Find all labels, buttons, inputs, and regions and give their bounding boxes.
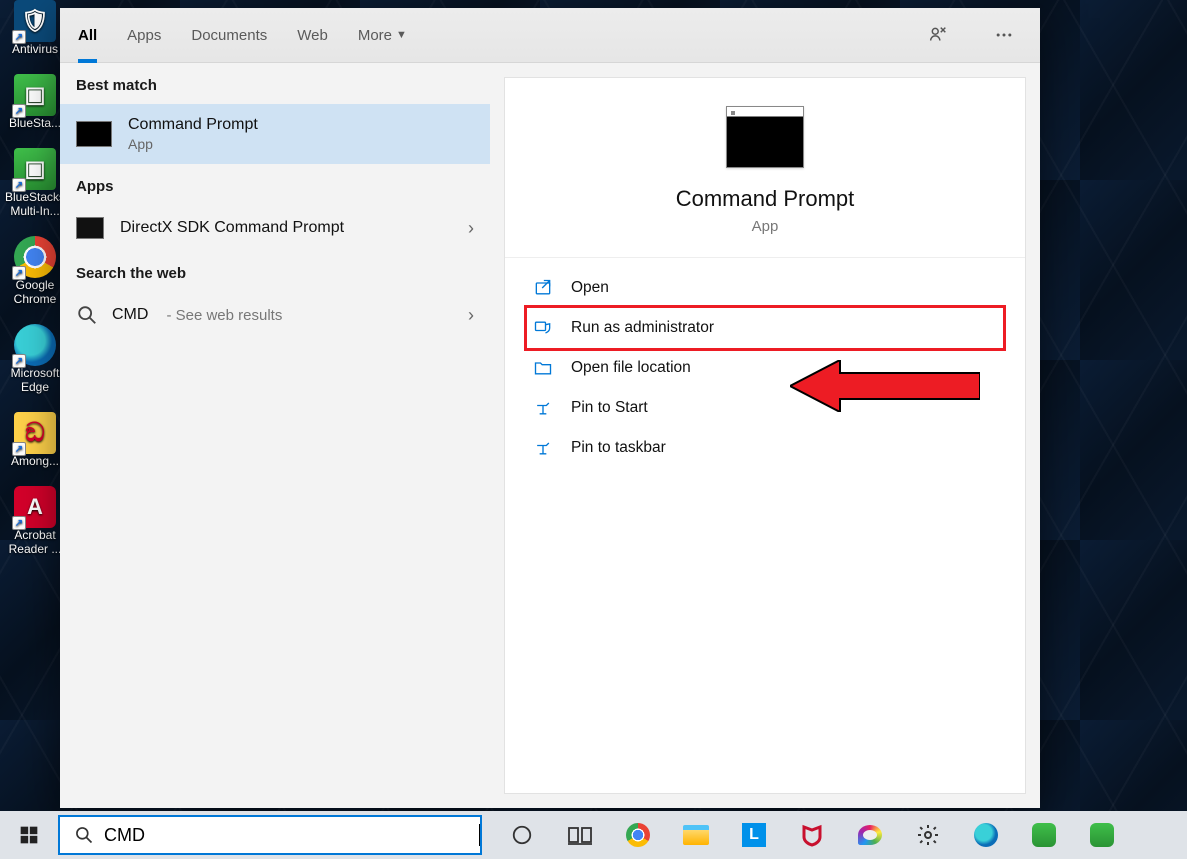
desktop-icon-label: Among... xyxy=(11,454,59,468)
cmd-icon xyxy=(76,121,112,147)
section-header-best-match: Best match xyxy=(60,63,490,104)
tab-apps[interactable]: Apps xyxy=(127,8,161,62)
action-run-as-administrator[interactable]: Run as administrator xyxy=(527,308,1003,348)
tab-web[interactable]: Web xyxy=(297,8,328,62)
search-results-list: Best match Command Prompt App Apps Direc… xyxy=(60,63,490,808)
start-search-panel: All Apps Documents Web More ▼ Best match … xyxy=(60,8,1040,808)
taskbar-task-view-icon[interactable] xyxy=(566,821,594,849)
action-label: Pin to Start xyxy=(571,399,648,417)
tab-label: More xyxy=(358,27,392,44)
tab-label: Web xyxy=(297,27,328,44)
action-label: Run as administrator xyxy=(571,319,714,337)
desktop-icon-amongus[interactable]: ඞ↗ Among... xyxy=(6,412,64,468)
taskbar-chrome-icon[interactable] xyxy=(624,821,652,849)
result-command-prompt[interactable]: Command Prompt App xyxy=(60,104,490,164)
open-icon xyxy=(533,278,553,298)
tab-all[interactable]: All xyxy=(78,8,97,62)
taskbar: L xyxy=(0,811,1187,859)
web-result-title: CMD xyxy=(112,306,148,324)
taskbar-app-l-icon[interactable]: L xyxy=(740,821,768,849)
tab-documents[interactable]: Documents xyxy=(191,8,267,62)
search-icon xyxy=(76,304,98,326)
desktop-icon-chrome[interactable]: ↗ Google Chrome xyxy=(6,236,64,306)
feedback-icon[interactable] xyxy=(920,17,956,53)
shortcut-badge-icon: ↗ xyxy=(12,516,26,530)
taskbar-settings-icon[interactable] xyxy=(914,821,942,849)
shortcut-badge-icon: ↗ xyxy=(12,266,26,280)
more-options-icon[interactable] xyxy=(986,17,1022,53)
search-filter-tabs: All Apps Documents Web More ▼ xyxy=(60,8,1040,63)
folder-location-icon xyxy=(533,358,553,378)
start-button[interactable] xyxy=(0,811,58,859)
desktop-icon-label: Microsoft Edge xyxy=(6,366,64,394)
taskbar-edge-icon[interactable] xyxy=(972,821,1000,849)
desktop-icon-label: BlueStacks Multi-In... xyxy=(5,190,65,218)
action-label: Pin to taskbar xyxy=(571,439,666,457)
windows-logo-icon xyxy=(19,825,39,845)
shortcut-badge-icon: ↗ xyxy=(12,104,26,118)
preview-card: Command Prompt App Open Run as administr… xyxy=(504,77,1026,794)
result-directx-sdk-cmd[interactable]: DirectX SDK Command Prompt › xyxy=(60,205,490,251)
web-result-subtitle: - See web results xyxy=(166,307,282,324)
taskbar-paint-icon[interactable] xyxy=(856,821,884,849)
shortcut-badge-icon: ↗ xyxy=(12,354,26,368)
desktop-icon-edge[interactable]: ↗ Microsoft Edge xyxy=(6,324,64,394)
section-header-apps: Apps xyxy=(60,164,490,205)
taskbar-cortana-icon[interactable] xyxy=(508,821,536,849)
desktop-icons-column: 🛡↗ Antivirus ▣↗ BlueSta... ▣↗ BlueStacks… xyxy=(6,0,64,556)
action-label: Open xyxy=(571,279,609,297)
result-subtitle: App xyxy=(128,136,258,152)
search-icon xyxy=(74,825,94,845)
text-cursor xyxy=(479,824,480,846)
search-input[interactable] xyxy=(104,825,481,846)
result-title: Command Prompt xyxy=(128,116,258,134)
taskbar-explorer-icon[interactable] xyxy=(682,821,710,849)
preview-subtitle: App xyxy=(752,218,779,235)
cmd-icon xyxy=(76,217,104,239)
taskbar-mcafee-icon[interactable] xyxy=(798,821,826,849)
taskbar-bluestacks2-icon[interactable] xyxy=(1088,821,1116,849)
desktop-icon-label: Antivirus xyxy=(12,42,58,56)
action-open[interactable]: Open xyxy=(527,268,1003,308)
desktop-icon-label: Acrobat Reader ... xyxy=(6,528,64,556)
shortcut-badge-icon: ↗ xyxy=(12,178,26,192)
tab-label: All xyxy=(78,27,97,44)
desktop-icon-bluestacks[interactable]: ▣↗ BlueSta... xyxy=(6,74,64,130)
result-title: DirectX SDK Command Prompt xyxy=(120,219,344,237)
tab-label: Documents xyxy=(191,27,267,44)
preview-actions: Open Run as administrator Open file loca… xyxy=(505,258,1025,478)
shield-admin-icon xyxy=(533,318,553,338)
section-header-web: Search the web xyxy=(60,251,490,292)
result-web-cmd[interactable]: CMD - See web results › xyxy=(60,292,490,338)
shortcut-badge-icon: ↗ xyxy=(12,30,26,44)
action-pin-to-taskbar[interactable]: Pin to taskbar xyxy=(527,428,1003,468)
desktop-icon-antivirus[interactable]: 🛡↗ Antivirus xyxy=(6,0,64,56)
taskbar-search-box[interactable] xyxy=(58,815,482,855)
chevron-right-icon: › xyxy=(468,305,474,326)
desktop-icon-bluestacks-multi[interactable]: ▣↗ BlueStacks Multi-In... xyxy=(6,148,64,218)
chevron-down-icon: ▼ xyxy=(396,29,407,41)
action-pin-to-start[interactable]: Pin to Start xyxy=(527,388,1003,428)
action-open-file-location[interactable]: Open file location xyxy=(527,348,1003,388)
desktop-icon-acrobat[interactable]: A↗ Acrobat Reader ... xyxy=(6,486,64,556)
desktop-icon-label: Google Chrome xyxy=(6,278,64,306)
taskbar-bluestacks-icon[interactable] xyxy=(1030,821,1058,849)
tab-more[interactable]: More ▼ xyxy=(358,8,407,62)
action-label: Open file location xyxy=(571,359,691,377)
shortcut-badge-icon: ↗ xyxy=(12,442,26,456)
pin-icon xyxy=(533,438,553,458)
preview-title: Command Prompt xyxy=(676,186,855,212)
app-preview-icon xyxy=(726,106,804,168)
chevron-right-icon: › xyxy=(468,218,474,239)
desktop-icon-label: BlueSta... xyxy=(9,116,61,130)
pin-icon xyxy=(533,398,553,418)
tab-label: Apps xyxy=(127,27,161,44)
